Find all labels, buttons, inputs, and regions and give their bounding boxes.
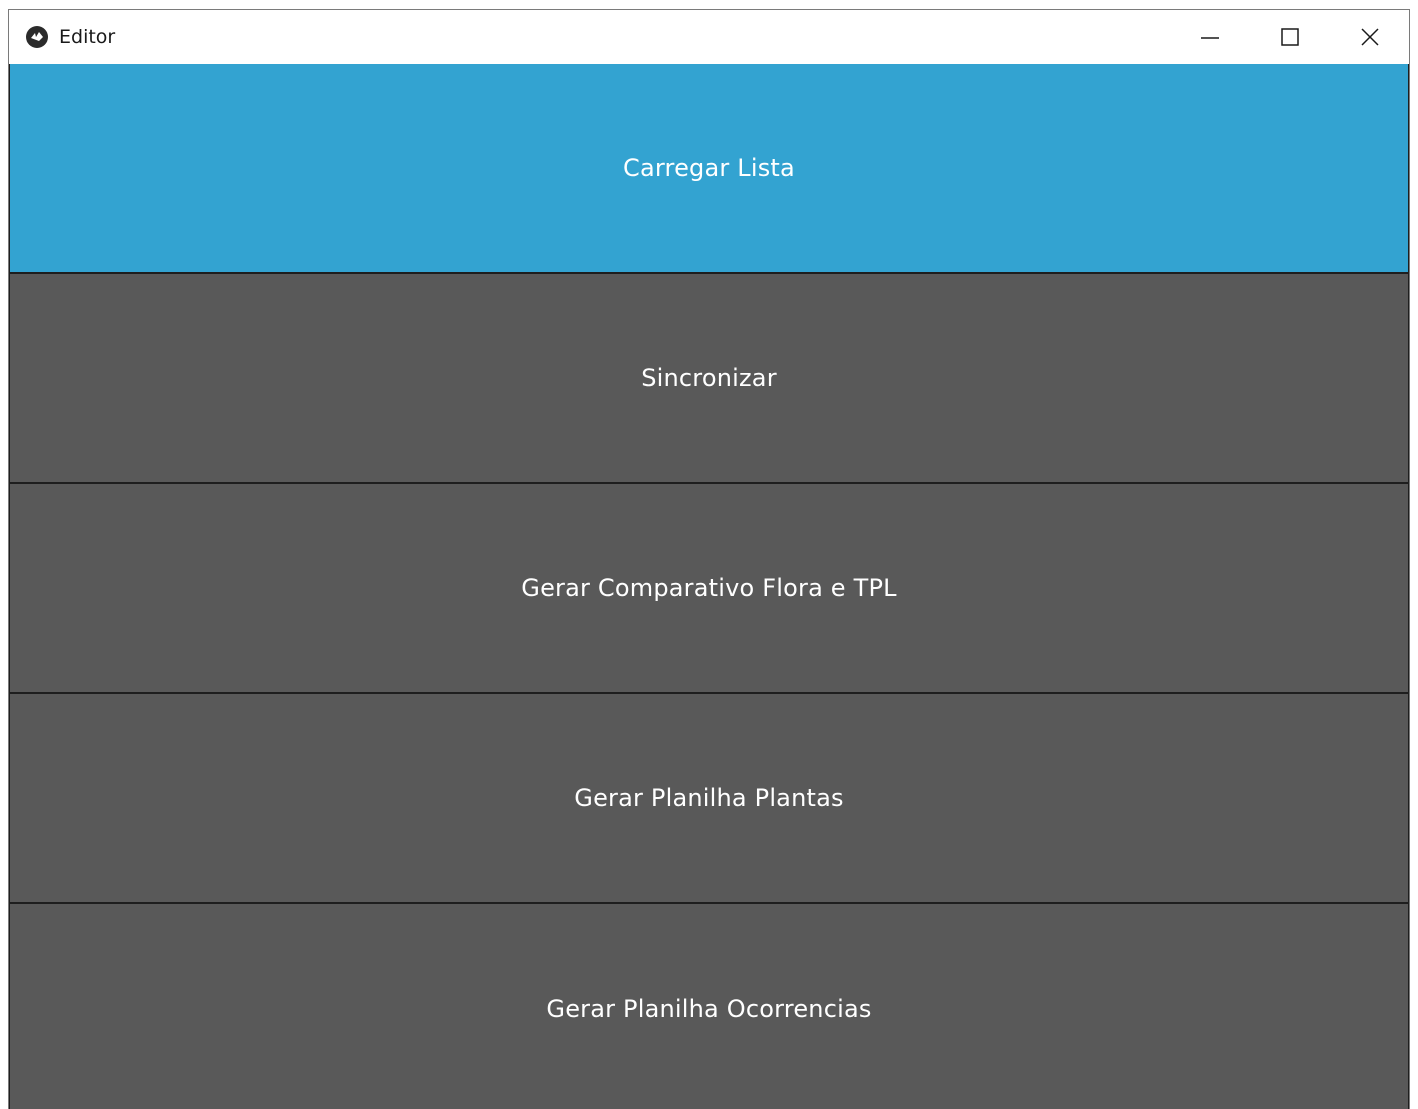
gerar-planilha-ocorrencias-button[interactable]: Gerar Planilha Ocorrencias: [10, 904, 1408, 1109]
editor-window: Editor Carregar Lista Sincronizar Gerar …: [8, 9, 1410, 1109]
minimize-button[interactable]: [1170, 10, 1250, 64]
maximize-icon: [1281, 28, 1299, 46]
minimize-icon: [1201, 37, 1219, 39]
gerar-planilha-plantas-button[interactable]: Gerar Planilha Plantas: [10, 694, 1408, 902]
title-bar[interactable]: Editor: [9, 10, 1409, 64]
close-icon: [1361, 28, 1379, 46]
carregar-lista-button[interactable]: Carregar Lista: [10, 64, 1408, 272]
close-button[interactable]: [1330, 10, 1409, 64]
kivy-logo-icon: [26, 26, 48, 48]
button-panel: Carregar Lista Sincronizar Gerar Compara…: [9, 64, 1409, 1109]
sincronizar-button[interactable]: Sincronizar: [10, 274, 1408, 482]
window-title: Editor: [59, 26, 116, 48]
maximize-button[interactable]: [1250, 10, 1330, 64]
gerar-comparativo-button[interactable]: Gerar Comparativo Flora e TPL: [10, 484, 1408, 692]
